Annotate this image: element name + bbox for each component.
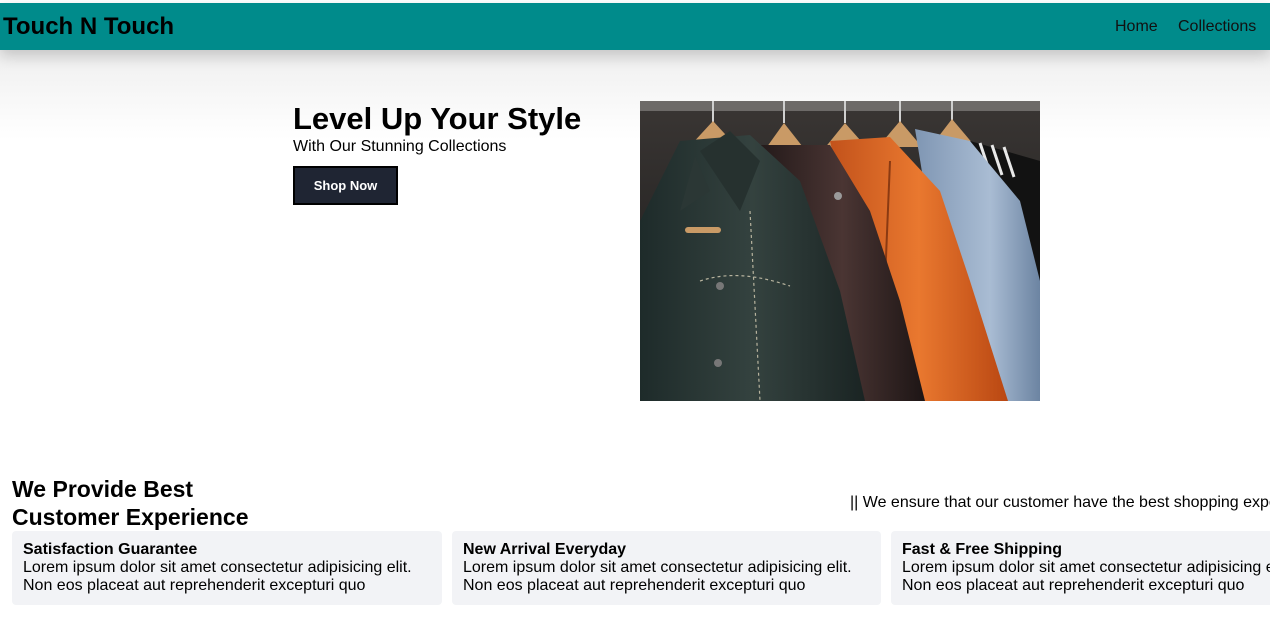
- shop-now-button[interactable]: Shop Now: [293, 166, 398, 205]
- feature-card-text: Non eos placeat aut reprehenderit except…: [23, 577, 366, 594]
- feature-card-text: Lorem ipsum dolor sit amet consectetur a…: [23, 559, 412, 576]
- hero-subtitle: With Our Stunning Collections: [293, 138, 507, 155]
- nav-link-home[interactable]: Home: [1115, 17, 1158, 37]
- hero-background: [0, 50, 1270, 140]
- hero-title: Level Up Your Style: [293, 101, 582, 136]
- hero-image-jackets: [640, 101, 1040, 401]
- feature-card-shipping: Fast & Free Shipping Lorem ipsum dolor s…: [891, 531, 1270, 605]
- marquee-text: || We ensure that our customer have the …: [850, 494, 1270, 511]
- experience-heading-line2: Customer Experience: [12, 504, 249, 530]
- feature-card-new-arrival: New Arrival Everyday Lorem ipsum dolor s…: [452, 531, 881, 605]
- feature-card-title: New Arrival Everyday: [463, 541, 627, 558]
- feature-card-text: Lorem ipsum dolor sit amet consectetur a…: [463, 559, 852, 576]
- feature-card-text: Non eos placeat aut reprehenderit except…: [463, 577, 806, 594]
- brand-logo[interactable]: Touch N Touch: [3, 13, 174, 41]
- nav-link-collections[interactable]: Collections: [1178, 17, 1256, 37]
- jackets-illustration: [640, 101, 1040, 401]
- feature-card-text: Non eos placeat aut reprehenderit except…: [902, 577, 1245, 594]
- navbar: Touch N Touch Home Collections: [0, 3, 1270, 50]
- experience-heading: We Provide Best Customer Experience: [12, 475, 248, 531]
- feature-card-title: Satisfaction Guarantee: [23, 541, 198, 558]
- experience-heading-line1: We Provide Best: [12, 476, 194, 502]
- feature-card-satisfaction: Satisfaction Guarantee Lorem ipsum dolor…: [12, 531, 442, 605]
- feature-card-text: Lorem ipsum dolor sit amet consectetur a…: [902, 559, 1270, 576]
- feature-card-title: Fast & Free Shipping: [902, 541, 1063, 558]
